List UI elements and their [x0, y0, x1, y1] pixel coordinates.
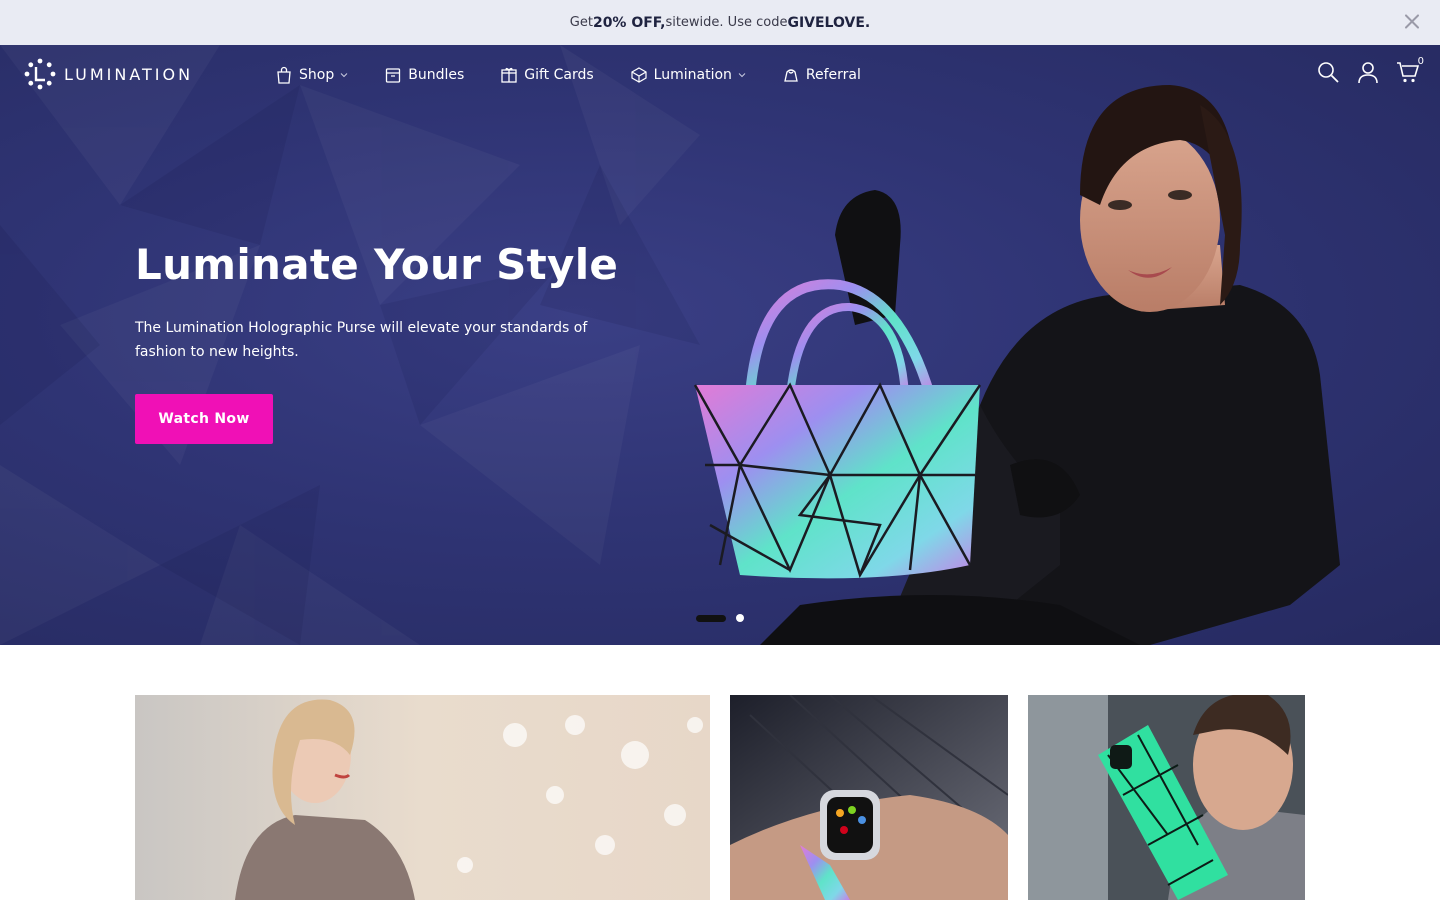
- chevron-down-icon: [738, 73, 746, 78]
- announcement-middle: sitewide. Use code: [665, 15, 788, 30]
- banner-image-phone: [1028, 695, 1305, 900]
- prism-icon: [631, 67, 647, 83]
- nav-label-bundles: Bundles: [408, 67, 465, 83]
- hero-description: The Lumination Holographic Purse will el…: [135, 320, 588, 360]
- box-icon: [386, 68, 401, 83]
- nav-item-shop[interactable]: Shop: [275, 64, 348, 86]
- slide-dot-1[interactable]: [696, 614, 726, 622]
- banner-woman-in-mall[interactable]: [135, 695, 710, 900]
- announcement-code: GIVELOVE.: [787, 14, 871, 31]
- shopping-bag-icon: [277, 66, 291, 84]
- slide-dot-2[interactable]: [736, 614, 744, 622]
- nav-item-lumination[interactable]: Lumination: [630, 64, 746, 86]
- brand-name: LUMINATION: [64, 64, 194, 84]
- cart-button[interactable]: 0: [1396, 56, 1424, 84]
- hero-model-image: [693, 85, 1340, 645]
- nav-label-lumination: Lumination: [653, 67, 732, 83]
- brand-logo[interactable]: LUMINATION: [24, 58, 193, 90]
- banner-image-woman: [135, 695, 710, 900]
- slider-pagination: [696, 614, 744, 622]
- hero-title: Luminate Your Style: [135, 240, 619, 289]
- nav-label-referral: Referral: [805, 67, 861, 83]
- banner-holographic-phone-case[interactable]: [1028, 695, 1305, 900]
- announcement-bar: Get 20% OFF, sitewide. Use code GIVELOVE…: [0, 0, 1440, 45]
- nav-label-shop: Shop: [299, 67, 335, 83]
- referral-icon: [784, 69, 798, 82]
- nav-label-gift-cards: Gift Cards: [524, 67, 594, 83]
- search-icon[interactable]: [1316, 60, 1340, 84]
- cart-icon: [1397, 62, 1420, 83]
- close-icon[interactable]: [1400, 10, 1424, 34]
- nav-item-bundles[interactable]: Bundles: [384, 64, 464, 86]
- watch-now-button[interactable]: Watch Now: [135, 394, 273, 444]
- cart-count-badge: 0: [1417, 56, 1424, 67]
- gift-icon: [501, 67, 517, 83]
- banner-holographic-watch[interactable]: [730, 695, 1008, 900]
- announcement-discount: 20% OFF,: [592, 14, 666, 31]
- lumination-logo-icon: [24, 58, 56, 90]
- nav-item-gift-cards[interactable]: Gift Cards: [500, 64, 594, 86]
- user-icon[interactable]: [1356, 60, 1380, 84]
- nav-item-referral[interactable]: Referral: [782, 64, 861, 86]
- banner-image-watch: [730, 695, 1008, 900]
- site-header: LUMINATION Shop Bundles Gift Cards Lumin…: [0, 45, 1440, 105]
- announcement-prefix: Get: [569, 15, 593, 30]
- main-nav: Shop Bundles Gift Cards Lumination Refer…: [275, 64, 897, 86]
- header-actions: 0: [1316, 56, 1424, 84]
- chevron-down-icon: [340, 73, 348, 78]
